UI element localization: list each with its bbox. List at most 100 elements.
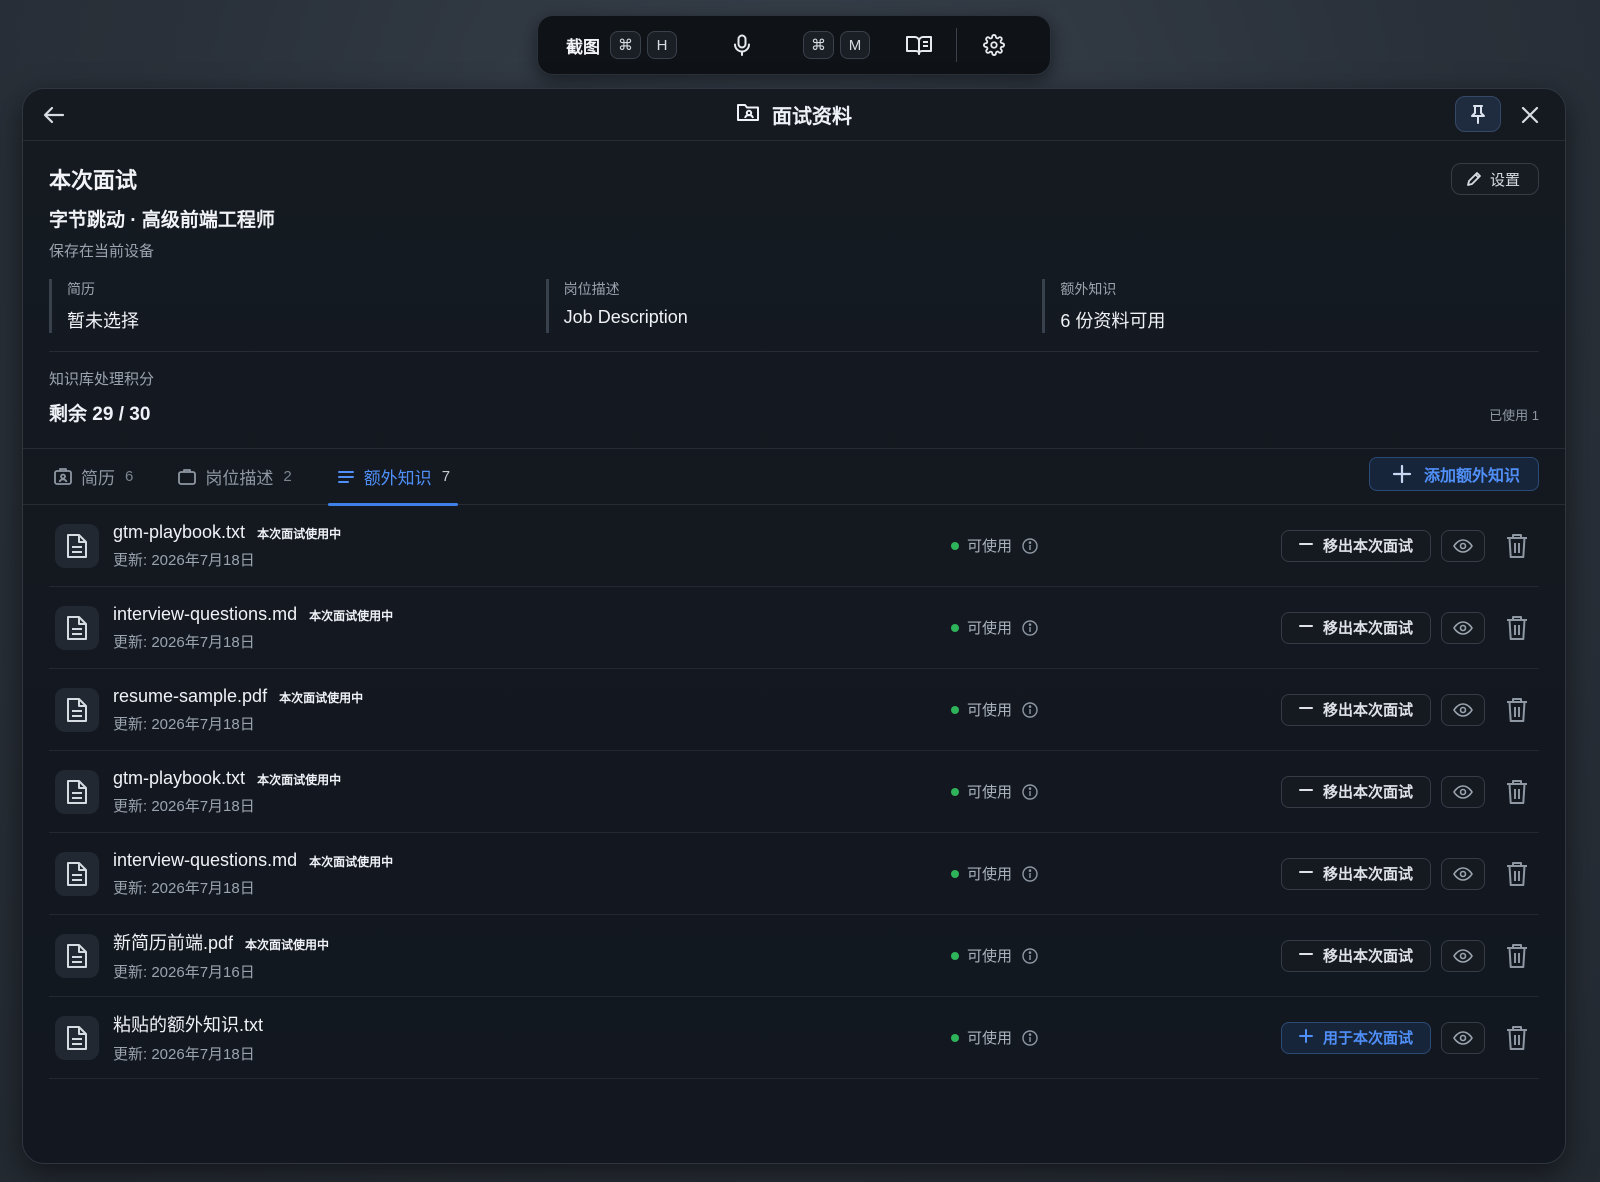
file-updated-date: 更新: 2026年7月18日 (113, 633, 255, 651)
preview-button[interactable] (1441, 529, 1485, 562)
info-icon[interactable] (1022, 947, 1038, 964)
tab-resume[interactable]: 简历 6 (49, 449, 137, 505)
file-status: 可使用 (951, 535, 1038, 556)
screenshot-button[interactable]: 截图 (566, 33, 600, 58)
status-label: 可使用 (967, 702, 1013, 719)
delete-button[interactable] (1495, 940, 1539, 972)
trash-icon (1507, 943, 1527, 968)
add-extra-knowledge-button[interactable]: 添加额外知识 (1368, 457, 1539, 491)
preview-button[interactable] (1441, 1021, 1485, 1054)
microphone-icon[interactable] (727, 30, 757, 60)
file-name-line: gtm-playbook.txt 本次面试使用中 (113, 522, 341, 543)
in-use-badge: 本次面试使用中 (309, 854, 394, 869)
position-title: 字节跳动 · 高级前端工程师 (49, 210, 275, 231)
remove-from-interview-button[interactable]: 移出本次面试 (1281, 939, 1431, 972)
status-label: 可使用 (967, 620, 1013, 637)
preview-button[interactable] (1441, 775, 1485, 808)
info-icon[interactable] (1022, 1029, 1038, 1046)
status-label: 可使用 (967, 538, 1013, 555)
file-name: interview-questions.md (113, 849, 298, 870)
file-updated-date: 更新: 2026年7月16日 (113, 964, 255, 981)
file-updated-date: 更新: 2026年7月18日 (113, 1046, 255, 1063)
document-icon (55, 933, 99, 978)
action-label: 用于本次面试 (1322, 1030, 1413, 1047)
shortcut-mod-key-2: ⌘ (803, 31, 834, 59)
pin-button[interactable] (1455, 96, 1501, 132)
status-dot (951, 705, 959, 714)
document-icon (55, 687, 99, 732)
remove-from-interview-button[interactable]: 移出本次面试 (1281, 529, 1431, 562)
file-actions: 移出本次面试 (1281, 693, 1539, 726)
delete-button[interactable] (1495, 858, 1539, 890)
remove-from-interview-button[interactable]: 移出本次面试 (1281, 857, 1431, 890)
document-icon (55, 523, 99, 568)
gear-icon[interactable] (979, 30, 1009, 60)
file-row: interview-questions.md 本次面试使用中 更新: 2026年… (49, 587, 1539, 669)
file-actions: 移出本次面试 (1281, 529, 1539, 562)
book-icon[interactable] (904, 30, 934, 60)
preview-button[interactable] (1441, 611, 1485, 644)
action-label: 移出本次面试 (1322, 866, 1413, 883)
remove-from-interview-button[interactable]: 移出本次面试 (1281, 611, 1431, 644)
add-button-label: 添加额外知识 (1423, 468, 1520, 485)
settings-label: 设置 (1489, 171, 1520, 189)
in-use-badge: 本次面试使用中 (309, 608, 394, 623)
status-dot (951, 1033, 959, 1042)
back-arrow-icon[interactable] (41, 102, 67, 128)
document-icon (55, 1015, 99, 1060)
info-icon[interactable] (1022, 865, 1038, 882)
preview-button[interactable] (1441, 857, 1485, 890)
in-use-badge: 本次面试使用中 (257, 772, 342, 787)
tab-count: 6 (125, 468, 134, 485)
folder-icon (736, 102, 760, 128)
settings-button[interactable]: 设置 (1450, 163, 1539, 195)
info-icon[interactable] (1022, 537, 1038, 554)
meta-label: 简历 (67, 281, 95, 297)
file-name: resume-sample.pdf (113, 685, 268, 706)
delete-button[interactable] (1495, 776, 1539, 808)
use-in-interview-button[interactable]: 用于本次面试 (1281, 1021, 1431, 1054)
minus-icon (1298, 537, 1313, 555)
delete-button[interactable] (1495, 1022, 1539, 1054)
remove-from-interview-button[interactable]: 移出本次面试 (1281, 775, 1431, 808)
briefcase-icon (178, 468, 197, 485)
meta-value: 6 份资料可用 (1060, 311, 1166, 331)
file-status: 可使用 (951, 781, 1038, 802)
info-icon[interactable] (1022, 619, 1038, 636)
floating-toolbar: 截图 ⌘ H ⌘ M (537, 15, 1051, 75)
file-status: 可使用 (951, 945, 1038, 966)
status-label: 可使用 (967, 948, 1013, 965)
document-icon (55, 605, 99, 650)
meta-label: 岗位描述 (563, 281, 620, 297)
document-icon (55, 851, 99, 896)
resume-icon (54, 467, 72, 485)
tab-job-description[interactable]: 岗位描述 2 (173, 449, 295, 505)
preview-button[interactable] (1441, 693, 1485, 726)
delete-button[interactable] (1495, 694, 1539, 726)
tab-bar: 简历 6 岗位描述 2 额外知识 7 添加额外知识 (23, 449, 1565, 506)
close-icon[interactable] (1517, 102, 1543, 128)
action-label: 移出本次面试 (1322, 538, 1413, 555)
tab-extra-knowledge[interactable]: 额外知识 7 (327, 449, 459, 506)
shortcut-key-h: H (647, 31, 677, 59)
remove-from-interview-button[interactable]: 移出本次面试 (1281, 693, 1431, 726)
file-row: gtm-playbook.txt 本次面试使用中 更新: 2026年7月18日 … (49, 505, 1539, 587)
info-icon[interactable] (1022, 783, 1038, 800)
file-actions: 移出本次面试 (1281, 857, 1539, 890)
file-row: resume-sample.pdf 本次面试使用中 更新: 2026年7月18日… (49, 669, 1539, 751)
list-icon (337, 470, 354, 483)
status-dot (951, 541, 959, 550)
file-actions: 移出本次面试 (1281, 611, 1539, 644)
file-updated-date: 更新: 2026年7月18日 (113, 879, 255, 897)
file-info: 新简历前端.pdf 本次面试使用中 更新: 2026年7月16日 (113, 929, 329, 982)
tab-label: 岗位描述 (205, 469, 274, 488)
status-dot (951, 951, 959, 960)
delete-button[interactable] (1495, 612, 1539, 644)
file-name-line: interview-questions.md 本次面试使用中 (113, 850, 393, 871)
file-name-line: 新简历前端.pdf 本次面试使用中 (113, 929, 329, 955)
delete-button[interactable] (1495, 530, 1539, 562)
info-icon[interactable] (1022, 701, 1038, 718)
preview-button[interactable] (1441, 939, 1485, 972)
tab-count: 2 (283, 468, 292, 485)
eye-icon (1453, 948, 1473, 963)
